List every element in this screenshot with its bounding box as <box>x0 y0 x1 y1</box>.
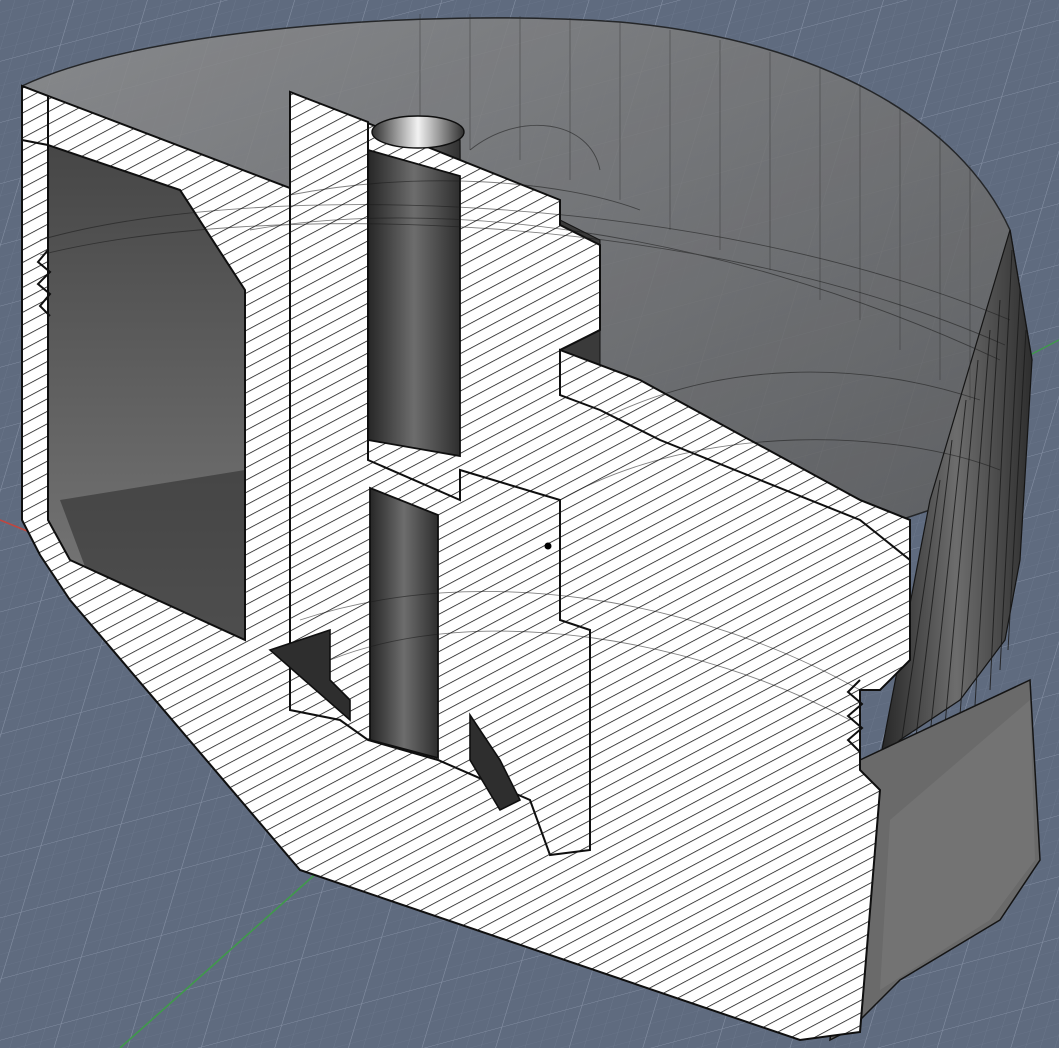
section-view-scene <box>0 0 1059 1048</box>
cad-viewport[interactable] <box>0 0 1059 1048</box>
lower-bore-cut <box>369 486 439 760</box>
section-left-thread-wall <box>21 84 49 147</box>
bore-top-ring <box>371 115 465 149</box>
bore-cut <box>367 148 461 458</box>
reference-point <box>544 542 552 550</box>
